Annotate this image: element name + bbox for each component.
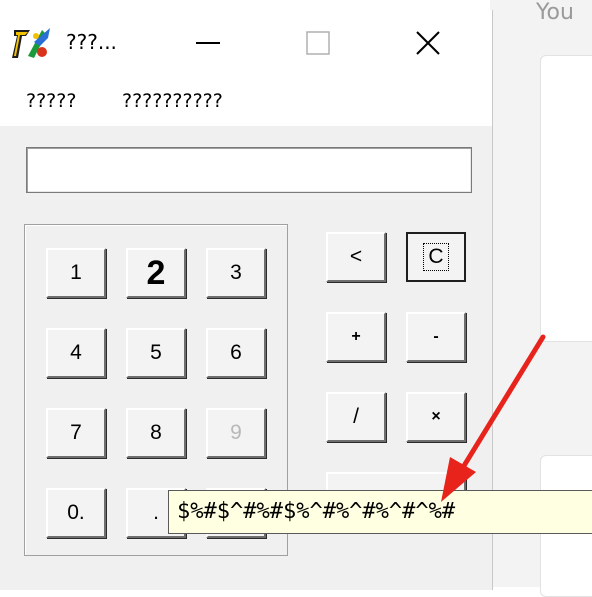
clear-button-label: C (423, 243, 449, 271)
digit-2-button[interactable]: 2 (126, 248, 186, 298)
digit-0-button[interactable]: 0. (46, 488, 106, 538)
menu-item-first[interactable]: ????? (26, 90, 76, 112)
digit-8-button[interactable]: 8 (126, 408, 186, 458)
digit-9-button[interactable]: 9 (206, 408, 266, 458)
close-button[interactable] (408, 23, 448, 63)
digit-3-button[interactable]: 3 (206, 248, 266, 298)
clear-button[interactable]: C (406, 232, 466, 282)
background-partial-text: You (536, 0, 574, 25)
minus-button[interactable]: - (406, 312, 466, 362)
digit-7-button[interactable]: 7 (46, 408, 106, 458)
menu-bar: ????? ?????????? (0, 76, 492, 126)
maximize-button[interactable] (298, 23, 338, 63)
menu-item-second[interactable]: ?????????? (122, 90, 223, 112)
digit-1-button[interactable]: 1 (46, 248, 106, 298)
calculator-logo-icon (12, 28, 50, 58)
backspace-button[interactable]: < (326, 232, 386, 282)
digit-5-button[interactable]: 5 (126, 328, 186, 378)
divide-button[interactable]: / (326, 392, 386, 442)
digit-4-button[interactable]: 4 (46, 328, 106, 378)
digit-6-button[interactable]: 6 (206, 328, 266, 378)
window-title: ???... (66, 30, 117, 54)
display-field[interactable] (26, 147, 472, 193)
background-card (540, 55, 592, 342)
title-bar[interactable]: ???... (0, 10, 492, 76)
tooltip: $%#$^#%#$%^#%^#%^#^%# (168, 490, 592, 534)
minimize-button[interactable] (188, 23, 228, 63)
plus-button[interactable]: + (326, 312, 386, 362)
multiply-button[interactable]: × (406, 392, 466, 442)
